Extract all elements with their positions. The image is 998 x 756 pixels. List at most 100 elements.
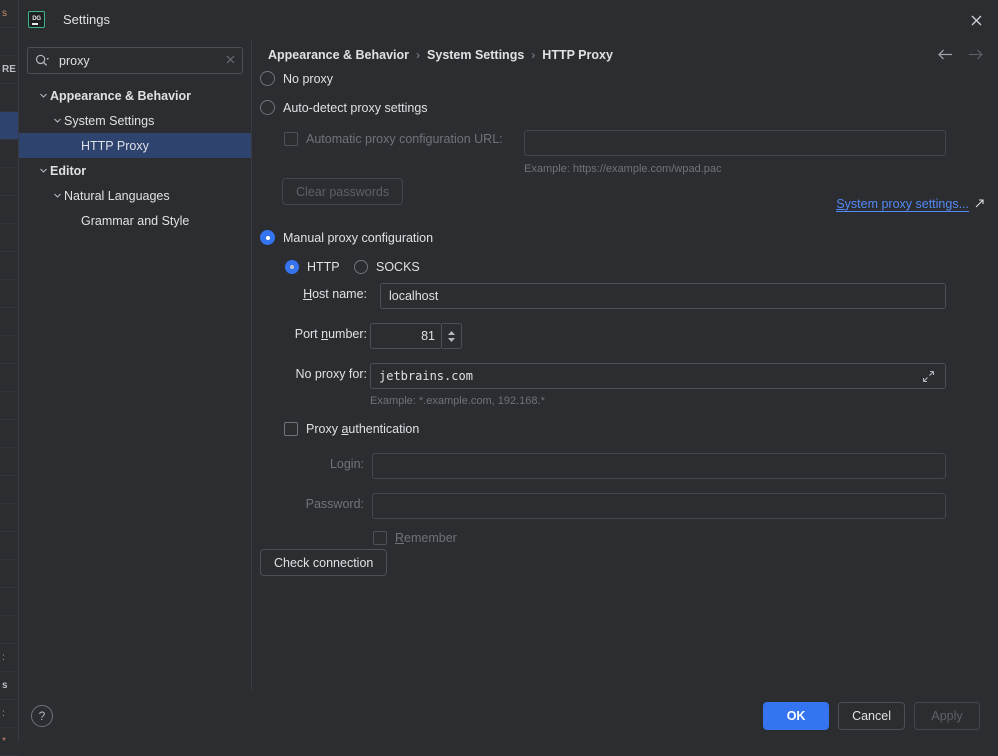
radio-no-proxy-label: No proxy (283, 71, 334, 86)
checkbox-box-icon (284, 132, 298, 146)
radio-protocol-socks[interactable]: SOCKS (354, 260, 420, 274)
sidebar-item-http-proxy[interactable]: HTTP Proxy (19, 133, 251, 158)
backdrop-row (0, 476, 18, 504)
backdrop-row (0, 168, 18, 196)
datagrip-logo-icon: DG (28, 11, 45, 28)
backdrop-row (0, 392, 18, 420)
arrow-left-icon[interactable] (934, 43, 956, 65)
sidebar-item-editor[interactable]: Editor (19, 158, 251, 183)
host-name-input[interactable]: localhost (380, 283, 946, 309)
app-icon-text: DG (32, 15, 41, 22)
password-label-text: Password: (305, 497, 364, 511)
password-label: Password: (274, 497, 364, 511)
checkbox-box-icon[interactable] (284, 422, 298, 436)
dialog-body: Appearance & Behavior System Settings HT… (19, 39, 998, 690)
backdrop-row (0, 196, 18, 224)
port-number-value: 81 (421, 329, 435, 343)
sidebar-item-system-settings[interactable]: System Settings (19, 108, 251, 133)
spinner-updown-icon[interactable] (442, 323, 462, 349)
help-icon[interactable]: ? (31, 705, 53, 727)
sidebar-item-label: System Settings (64, 113, 155, 128)
breadcrumb-separator: › (416, 47, 421, 62)
sidebar-item-natural-languages[interactable]: Natural Languages (19, 183, 251, 208)
sidebar-item-appearance-behavior[interactable]: Appearance & Behavior (19, 83, 251, 108)
backdrop-row (0, 224, 18, 252)
backdrop-row: : (0, 700, 18, 728)
sidebar-item-label: HTTP Proxy (81, 138, 149, 153)
radio-circle-icon[interactable] (354, 260, 368, 274)
window-title: Settings (63, 12, 110, 27)
no-proxy-for-label: No proxy for: (277, 367, 367, 381)
radio-circle-icon[interactable] (285, 260, 299, 274)
host-name-value: localhost (389, 289, 439, 303)
radio-manual-proxy-label: Manual proxy configuration (283, 230, 434, 245)
apply-button: Apply (914, 702, 980, 730)
breadcrumb-item-0[interactable]: Appearance & Behavior (268, 48, 409, 62)
search-box[interactable] (27, 47, 243, 74)
close-icon[interactable] (964, 8, 988, 32)
radio-auto-detect-label: Auto-detect proxy settings (283, 100, 428, 115)
backdrop-row (0, 532, 18, 560)
checkbox-automatic-proxy-config-url: Automatic proxy configuration URL: (284, 132, 503, 146)
backdrop-row: * (0, 728, 18, 756)
sidebar-item-label: Natural Languages (64, 188, 170, 203)
checkbox-proxy-authentication-label: Proxy authentication (306, 422, 419, 436)
external-link-icon (974, 198, 985, 212)
port-number-input[interactable]: 81 (370, 323, 442, 349)
breadcrumb-bar: Appearance & Behavior › System Settings … (252, 39, 998, 70)
navigation-arrows (934, 43, 986, 65)
checkbox-automatic-proxy-config-url-label: Automatic proxy configuration URL: (306, 132, 503, 146)
search-input[interactable] (59, 53, 225, 68)
backdrop-row: : (0, 644, 18, 672)
backdrop-row (0, 588, 18, 616)
backdrop-row (0, 616, 18, 644)
backdrop-row (0, 504, 18, 532)
breadcrumb-item-2: HTTP Proxy (542, 47, 613, 62)
breadcrumb-separator: › (531, 47, 536, 62)
breadcrumb-item-1[interactable]: System Settings (427, 48, 524, 62)
search-icon[interactable] (35, 54, 50, 67)
radio-circle-icon[interactable] (260, 100, 275, 115)
backdrop-row (0, 336, 18, 364)
chevron-down-icon[interactable] (51, 116, 64, 125)
chevron-down-icon[interactable] (37, 91, 50, 100)
radio-circle-icon[interactable] (260, 71, 275, 86)
dialog-footer: ? OK Cancel Apply (19, 690, 998, 742)
proxy-authentication-text: Proxy authentication (306, 422, 420, 436)
backdrop-row (0, 252, 18, 280)
ok-button[interactable]: OK (763, 702, 830, 730)
dialog-titlebar: DG Settings (19, 0, 998, 39)
backdrop-row (0, 28, 18, 56)
system-proxy-settings-label: System proxy settings... (836, 197, 969, 212)
remember-text: Remember (395, 531, 457, 545)
checkbox-proxy-authentication[interactable]: Proxy authentication (284, 422, 419, 436)
close-icon[interactable] (225, 52, 236, 70)
sidebar-item-grammar-and-style[interactable]: Grammar and Style (19, 208, 251, 233)
backdrop-row: RE (0, 56, 18, 84)
backdrop-row (0, 84, 18, 112)
radio-no-proxy[interactable]: No proxy (260, 71, 333, 86)
cancel-button[interactable]: Cancel (838, 702, 905, 730)
settings-content: Appearance & Behavior › System Settings … (252, 39, 998, 690)
chevron-down-icon[interactable] (37, 166, 50, 175)
backdrop-row (0, 364, 18, 392)
radio-protocol-http[interactable]: HTTP (285, 260, 340, 274)
port-number-label: Port number: (277, 327, 367, 341)
radio-protocol-http-label: HTTP (307, 260, 340, 274)
expand-icon[interactable] (922, 370, 935, 388)
login-label: Login: (274, 457, 364, 471)
backdrop-row (0, 308, 18, 336)
backdrop-row: s (0, 0, 18, 28)
chevron-down-icon[interactable] (51, 191, 64, 200)
login-label-text: Login: (329, 457, 364, 471)
radio-auto-detect-proxy[interactable]: Auto-detect proxy settings (260, 100, 428, 115)
check-connection-button[interactable]: Check connection (260, 549, 388, 576)
radio-circle-icon[interactable] (260, 230, 275, 245)
system-proxy-settings-link[interactable]: System proxy settings... (836, 197, 985, 212)
radio-manual-proxy-configuration[interactable]: Manual proxy configuration (260, 230, 433, 245)
automatic-proxy-config-url-input (524, 130, 946, 156)
http-proxy-panel: No proxy Auto-detect proxy settings Syst… (252, 70, 998, 690)
settings-tree: Appearance & Behavior System Settings HT… (19, 80, 251, 233)
background-ide-strip: s RE : s : * (0, 0, 18, 756)
no-proxy-for-input[interactable]: jetbrains.com (370, 363, 946, 389)
